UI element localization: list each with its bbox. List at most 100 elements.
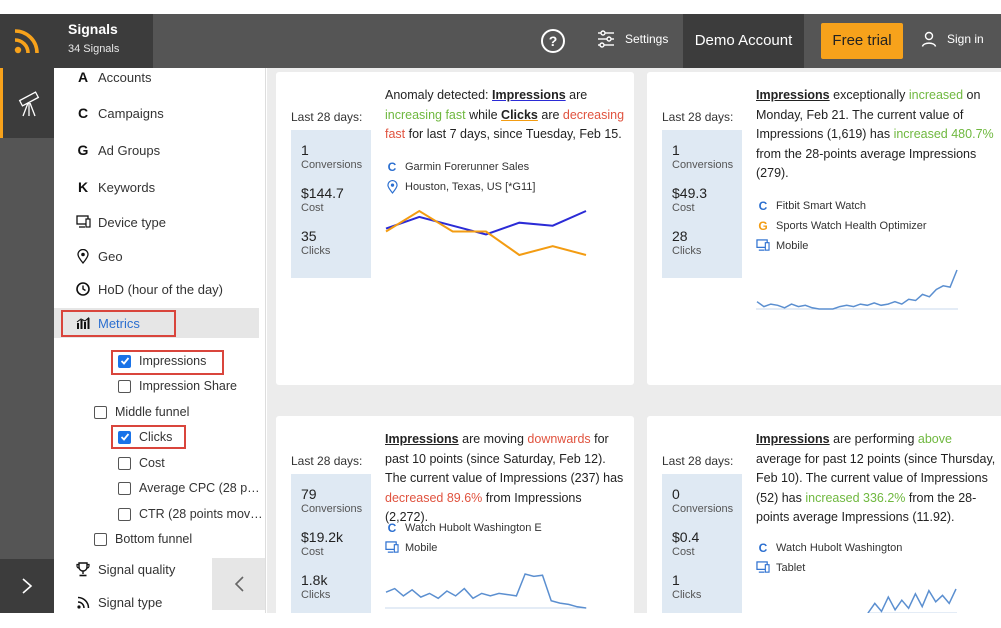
sidebar-item-keywords[interactable]: K Keywords xyxy=(54,172,265,202)
checkbox-bottom-funnel[interactable]: Bottom funnel xyxy=(94,532,192,546)
ad-group-tag[interactable]: G Sports Watch Health Optimizer xyxy=(756,219,927,233)
campaign-tag[interactable]: C Watch Hubolt Washington E xyxy=(385,521,542,535)
rss-logo-button[interactable] xyxy=(0,14,54,68)
expand-rail-button[interactable] xyxy=(0,559,54,613)
checkbox-label: Average CPC (28 p… xyxy=(139,481,260,495)
metric-link[interactable]: Impressions xyxy=(492,88,566,102)
checkbox-cost[interactable]: Cost xyxy=(118,456,165,470)
sidebar-item-label: HoD (hour of the day) xyxy=(98,281,224,297)
campaign-name: Watch Hubolt Washington xyxy=(776,542,903,554)
sidebar-item-geo[interactable]: Geo xyxy=(54,241,265,271)
sparkline-chart xyxy=(756,269,958,310)
sidebar-item-ad-groups[interactable]: G Ad Groups xyxy=(54,135,265,165)
rss-icon xyxy=(75,596,91,609)
period-label: Last 28 days: xyxy=(291,454,363,468)
help-button[interactable]: ? xyxy=(541,29,565,53)
telescope-icon xyxy=(18,91,39,117)
device-tag[interactable]: Tablet xyxy=(756,561,805,574)
signal-description: Impressions are moving downwards for pas… xyxy=(385,432,624,524)
signal-card[interactable]: Last 28 days: 1 Conversions $144.7 Cost 35… xyxy=(276,72,634,385)
checkbox-middle-funnel[interactable]: Middle funnel xyxy=(94,405,189,419)
signals-count: 34 Signals xyxy=(68,43,120,55)
sparkline-chart xyxy=(385,209,587,257)
metric-link[interactable]: Clicks xyxy=(501,108,538,122)
device-icon xyxy=(756,561,770,574)
checkbox-unchecked[interactable] xyxy=(118,456,131,470)
campaign-name: Garmin Forerunner Sales xyxy=(405,161,530,173)
campaign-name: Fitbit Smart Watch xyxy=(776,200,867,212)
letter-k-icon: K xyxy=(77,179,89,195)
stat-clicks: 1 Clicks xyxy=(672,572,702,601)
sidebar-item-hod[interactable]: HoD (hour of the day) xyxy=(54,274,265,304)
sidebar-item-label: Signal type xyxy=(98,594,163,610)
collapse-sidebar-button[interactable] xyxy=(212,558,265,610)
highlight-metrics xyxy=(61,310,176,337)
campaign-icon: C xyxy=(758,199,768,213)
period-label: Last 28 days: xyxy=(662,454,734,468)
account-button[interactable]: Demo Account xyxy=(683,14,804,68)
device-name: Tablet xyxy=(776,561,806,574)
telescope-nav-button[interactable] xyxy=(0,68,54,138)
highlight-clicks xyxy=(111,425,186,449)
stats-panel: 1 Conversions $49.3 Cost 28 Clicks xyxy=(662,130,742,278)
checkbox-label: Middle funnel xyxy=(115,405,190,419)
signal-card[interactable]: Last 28 days: 79 Conversions $19.2k Cost 1… xyxy=(276,416,634,613)
top-bar: Signals 34 Signals ? Settings Demo Accou… xyxy=(0,14,1001,68)
sidebar-item-label: Geo xyxy=(98,248,123,264)
sidebar-item-label: Ad Groups xyxy=(98,142,161,158)
sparkline-series-impressions xyxy=(867,588,957,613)
ad-group-name: Sports Watch Health Optimizer xyxy=(776,220,927,232)
checkbox-unchecked[interactable] xyxy=(118,481,131,495)
metric-link[interactable]: Impressions xyxy=(756,432,830,446)
stat-conversions: 1 Conversions xyxy=(672,142,734,171)
sidebar-item-campaigns[interactable]: C Campaigns xyxy=(54,98,265,128)
checkbox-unchecked[interactable] xyxy=(94,405,107,419)
geo-name: Houston, Texas, US [*G11] xyxy=(405,181,536,193)
stat-clicks: 28 Clicks xyxy=(672,228,702,257)
signals-feed: Last 28 days: 1 Conversions $144.7 Cost 35… xyxy=(267,68,1001,613)
stat-cost: $0.4 Cost xyxy=(672,529,700,558)
checkbox-unchecked[interactable] xyxy=(118,507,131,521)
sidebar-item-device-type[interactable]: Device type xyxy=(54,207,265,237)
device-tag[interactable]: Mobile xyxy=(385,541,437,554)
signal-description: Impressions exceptionally increased on M… xyxy=(756,88,994,180)
stats-panel: 0 Conversions $0.4 Cost 1 Clicks xyxy=(662,474,742,613)
sparkline-series-impressions xyxy=(756,269,958,310)
sidebar-item-accounts[interactable]: A Accounts xyxy=(54,68,265,92)
highlight-impressions xyxy=(111,350,224,375)
checkbox-impression-share[interactable]: Impression Share xyxy=(118,379,237,393)
campaign-tag[interactable]: C Watch Hubolt Washington xyxy=(756,541,903,555)
stat-conversions: 0 Conversions xyxy=(672,486,734,515)
metric-link[interactable]: Impressions xyxy=(385,432,459,446)
signal-card[interactable]: Last 28 days: 0 Conversions $0.4 Cost 1 Cli… xyxy=(647,416,1001,613)
metric-link[interactable]: Impressions xyxy=(756,88,830,102)
campaign-icon: C xyxy=(387,160,397,174)
checkbox-ctr[interactable]: CTR (28 points mov… xyxy=(118,507,263,521)
free-trial-button[interactable]: Free trial xyxy=(821,23,903,59)
signals-header[interactable]: Signals 34 Signals xyxy=(54,14,153,68)
stat-cost: $49.3 Cost xyxy=(672,185,708,214)
stat-clicks: 1.8k Clicks xyxy=(301,572,331,601)
sidebar-item-label: Device type xyxy=(98,214,166,230)
settings-button[interactable]: Settings xyxy=(597,30,668,48)
letter-a-icon: A xyxy=(77,69,89,85)
campaign-tag[interactable]: C Fitbit Smart Watch xyxy=(756,199,866,213)
geo-tag[interactable]: Houston, Texas, US [*G11] xyxy=(385,180,535,194)
signal-description: Anomaly detected: Impressions are increa… xyxy=(385,88,625,141)
signal-card[interactable]: Last 28 days: 1 Conversions $49.3 Cost 28 C… xyxy=(647,72,1001,385)
sidebar-item-label: Campaigns xyxy=(98,105,164,121)
sparkline-chart xyxy=(385,573,587,609)
sidebar-item-label: Accounts xyxy=(98,69,152,85)
sign-in-button[interactable]: Sign in xyxy=(921,31,984,47)
checkbox-unchecked[interactable] xyxy=(118,379,131,393)
stat-conversions: 79 Conversions xyxy=(301,486,363,515)
chevron-left-icon xyxy=(234,576,244,592)
stat-clicks: 35 Clicks xyxy=(301,228,331,257)
checkbox-unchecked[interactable] xyxy=(94,532,107,546)
campaign-tag[interactable]: C Garmin Forerunner Sales xyxy=(385,160,529,174)
checkbox-average-cpc[interactable]: Average CPC (28 p… xyxy=(118,481,260,495)
device-tag[interactable]: Mobile xyxy=(756,239,808,252)
stat-cost: $19.2k Cost xyxy=(301,529,344,558)
stat-conversions: 1 Conversions xyxy=(301,142,363,171)
sparkline-series-impressions xyxy=(385,573,587,609)
